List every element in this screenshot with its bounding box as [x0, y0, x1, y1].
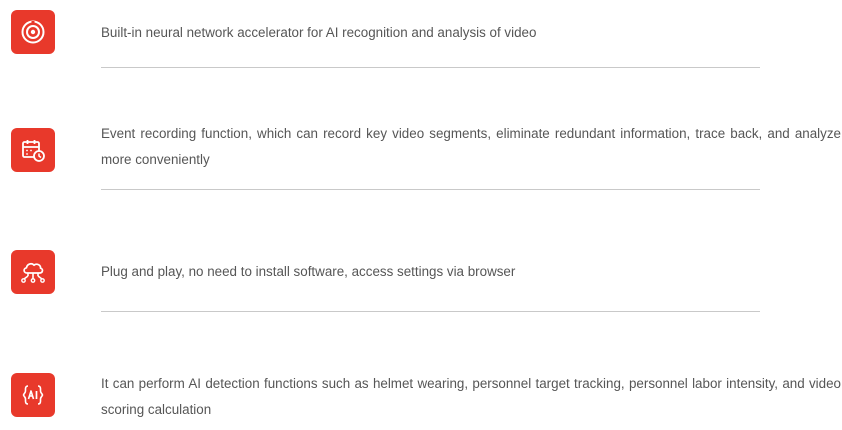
divider [101, 311, 760, 312]
cloud-network-icon [11, 250, 55, 294]
feature-text: It can perform AI detection functions su… [101, 376, 841, 417]
calendar-clock-icon [11, 128, 55, 172]
ai-chip-icon [11, 373, 55, 417]
target-icon [11, 10, 55, 54]
divider [101, 189, 760, 190]
feature-text: Built-in neural network accelerator for … [101, 25, 537, 40]
feature-text: Event recording function, which can reco… [101, 126, 841, 167]
divider [101, 67, 760, 68]
feature-text: Plug and play, no need to install softwa… [101, 264, 516, 279]
